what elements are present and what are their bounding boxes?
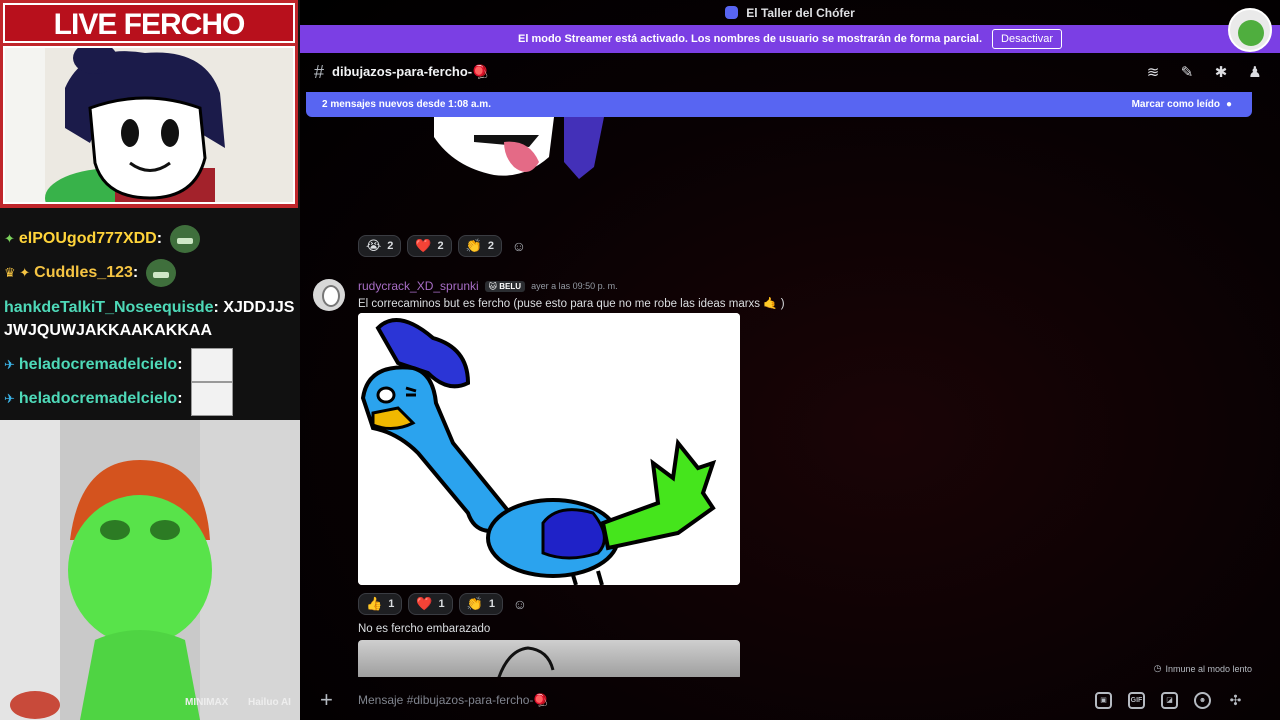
sub-badge-icon: ✦	[4, 231, 15, 246]
reaction-row: 👍 1 ❤️ 1 👏 1 ☺	[358, 593, 531, 615]
chat-username: heladocremadelcielo	[18, 390, 178, 407]
stream-chat: ✦ elPOUgod777XDD : ♛ ✦ Cuddles_123 : han…	[0, 208, 300, 420]
pepe-emote-icon	[170, 225, 201, 253]
clock-icon: ◷	[1153, 663, 1162, 673]
gift-icon[interactable]: ▣	[1095, 692, 1112, 709]
chat-colon: :	[177, 390, 183, 407]
crown-badge-icon: ♛ ✦	[4, 265, 31, 280]
chat-colon: :	[132, 264, 139, 281]
mark-read-button[interactable]: Marcar como leído ●	[1132, 99, 1232, 110]
reaction-emoji: 👏	[466, 596, 483, 611]
chat-line: ✦ elPOUgod777XDD :	[4, 222, 300, 256]
reaction-chip[interactable]: ❤️ 2	[407, 235, 452, 257]
streamer-notice: El modo Streamer está activado. Los nomb…	[518, 33, 983, 45]
pepe-emote-icon	[146, 259, 177, 287]
user-avatar[interactable]	[313, 279, 345, 311]
pin-icon[interactable]: ✱	[1212, 64, 1230, 82]
emoji-icon[interactable]: ☻	[1194, 692, 1211, 709]
roadrunner-drawing-attachment[interactable]	[358, 313, 740, 585]
reaction-count: 1	[438, 598, 445, 610]
chat-line-cut	[4, 208, 300, 222]
streamer-mode-bar: El modo Streamer está activado. Los nomb…	[300, 25, 1280, 53]
members-icon[interactable]: ♟	[1246, 64, 1264, 82]
reaction-cam: LIVE FERCHO REACTION	[0, 0, 298, 208]
alien-cam-image: MINIMAX Hailuo AI	[0, 420, 300, 720]
reaction-chip[interactable]: 👍 1	[358, 593, 403, 615]
add-reaction-icon[interactable]: ☺	[508, 235, 530, 257]
mark-read-label: Marcar como leído	[1131, 99, 1220, 110]
window-title: El Taller del Chófer	[746, 5, 855, 20]
message-composer: + ▣ GIF ◪ ☻ ✣	[300, 680, 1280, 720]
cartoon-cam-image	[3, 46, 295, 204]
slowmode-text: Inmune al modo lento	[1165, 663, 1252, 674]
chat-colon: :	[213, 299, 224, 316]
threads-icon[interactable]: ≋	[1144, 64, 1162, 82]
image-attachment[interactable]	[358, 640, 740, 677]
deactivate-streamer-button[interactable]: Desactivar	[992, 29, 1062, 49]
gif-icon[interactable]: GIF	[1128, 692, 1145, 709]
reaction-count: 2	[387, 240, 394, 252]
channel-hash-icon: #	[314, 61, 325, 82]
watermark-text: Hailuo AI	[248, 697, 291, 708]
composer-toolbar: ▣ GIF ◪ ☻ ✣	[1095, 692, 1244, 709]
chat-line: hankdeTalkiT_Noseequisde: XJDDJJS JWJQUW…	[4, 290, 300, 348]
chat-username: hankdeTalkiT_Noseequisde	[4, 299, 214, 316]
reaction-count: 2	[437, 240, 444, 252]
reaction-emoji: ❤️	[416, 596, 433, 611]
reaction-row: 😭 2 ❤️ 2 👏 2 ☺	[358, 235, 530, 257]
reaction-emoji: ❤️	[415, 238, 432, 253]
title-bar: El Taller del Chófer	[300, 0, 1280, 25]
add-reaction-icon[interactable]: ☺	[509, 593, 531, 615]
reaction-emoji: 👍	[366, 596, 383, 611]
mark-read-icon: ●	[1225, 99, 1232, 110]
sticker-icon[interactable]: ◪	[1161, 692, 1178, 709]
new-messages-text: 2 mensajes nuevos desde 1:08 a.m.	[322, 99, 491, 110]
slowmode-note: ◷ Inmune al modo lento	[1154, 663, 1252, 674]
reaction-chip[interactable]: 👏 1	[458, 593, 503, 615]
sticker-image	[190, 348, 233, 382]
reaction-emoji: 😭	[366, 238, 382, 253]
upload-plus-icon[interactable]: +	[320, 689, 340, 711]
server-avatar[interactable]	[1228, 8, 1272, 52]
chat-colon: :	[156, 230, 163, 247]
chat-colon: :	[177, 356, 183, 373]
chat-line: ✈ heladocremadelcielo :	[4, 348, 300, 382]
reaction-emoji: 👏	[465, 238, 482, 253]
watermark-text: MINIMAX	[185, 697, 229, 708]
message-list[interactable]: 😭 2 ❤️ 2 👏 2 ☺ rudycrack_XD_sprunki 🐱 BELU …	[300, 117, 1280, 677]
message-text: El correcaminos but es fercho (puse esto…	[358, 298, 785, 310]
chat-username: heladocremadelcielo	[18, 356, 178, 373]
channel-header: # dibujazos-para-fercho-🪀	[300, 53, 1280, 91]
apps-icon[interactable]: ✣	[1227, 692, 1244, 709]
message-username[interactable]: rudycrack_XD_sprunki	[358, 279, 479, 293]
sword-badge-icon: ✈	[4, 391, 15, 406]
message-text: No es fercho embarazado	[358, 623, 491, 635]
reaction-count: 1	[488, 598, 495, 610]
message-timestamp: ayer a las 09:50 p. m.	[531, 281, 618, 291]
previous-image-attachment[interactable]	[434, 117, 604, 179]
chat-line: ♛ ✦ Cuddles_123 :	[4, 256, 300, 290]
mute-bell-icon[interactable]: ✎	[1178, 64, 1196, 82]
app-icon	[725, 6, 739, 19]
channel-name: dibujazos-para-fercho-🪀	[332, 64, 489, 79]
reaction-count: 1	[388, 598, 395, 610]
message-input[interactable]	[358, 693, 1058, 707]
new-messages-banner[interactable]: 2 mensajes nuevos desde 1:08 a.m. Marcar…	[306, 92, 1252, 117]
message-header: rudycrack_XD_sprunki 🐱 BELU ayer a las 0…	[358, 279, 618, 293]
server-tag-badge[interactable]: 🐱 BELU	[484, 280, 526, 292]
reaction-count: 2	[487, 240, 494, 252]
sword-badge-icon: ✈	[4, 357, 15, 372]
sticker-image	[190, 382, 233, 416]
reaction-chip[interactable]: 👏 2	[457, 235, 502, 257]
chat-line: ✈ heladocremadelcielo :	[4, 382, 300, 416]
chat-username: elPOUgod777XDD	[18, 230, 157, 247]
header-toolbar: ≋ ✎ ✱ ♟	[1144, 64, 1264, 82]
stream-overlay: LIVE FERCHO REACTION ✦ elPOUgod777XDD :	[0, 0, 300, 720]
stream-title: LIVE FERCHO REACTION	[3, 3, 295, 81]
discord-window: El Taller del Chófer El modo Streamer es…	[300, 0, 1280, 720]
chat-username: Cuddles_123	[34, 264, 133, 281]
reaction-chip[interactable]: 😭 2	[358, 235, 402, 257]
reaction-chip[interactable]: ❤️ 1	[408, 593, 453, 615]
